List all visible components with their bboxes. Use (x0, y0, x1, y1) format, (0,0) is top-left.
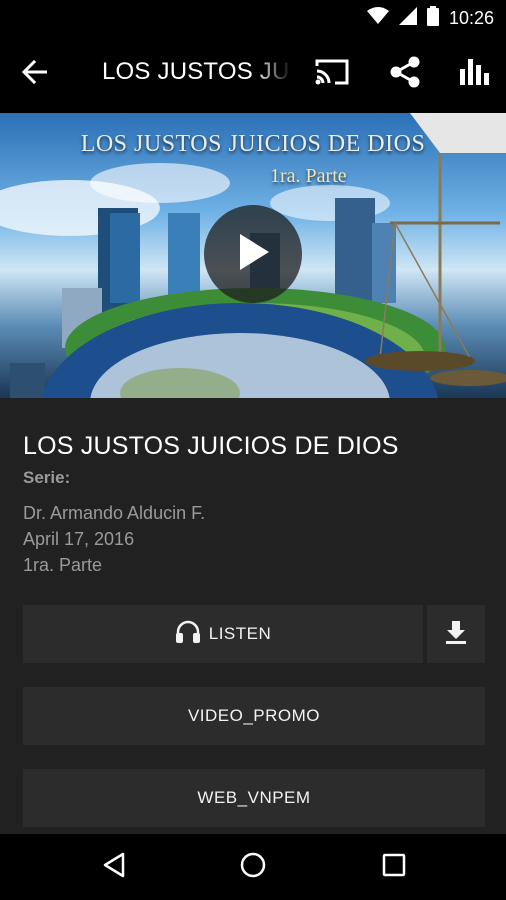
episode-title: LOS JUSTOS JUICIOS DE DIOS (23, 432, 399, 460)
listen-label: LISTEN (208, 624, 272, 643)
nav-home-icon (239, 851, 267, 884)
download-icon (443, 619, 469, 650)
back-arrow-icon (21, 59, 48, 89)
nav-recent-button[interactable] (372, 845, 416, 889)
battery-icon (426, 5, 439, 31)
cast-icon (315, 58, 349, 91)
navigation-bar (0, 834, 506, 900)
toolbar-title: LOS JUSTOS JUICIOS DE DIOS (102, 58, 292, 85)
episode-artwork[interactable]: LOS JUSTOS JUICIOS DE DIOS 1ra. Parte (0, 113, 506, 398)
serie-label: Serie: (23, 468, 71, 487)
play-button[interactable] (204, 205, 302, 303)
download-button[interactable] (427, 605, 485, 663)
artwork-title: LOS JUSTOS JUICIOS DE DIOS (80, 131, 426, 157)
cell-signal-icon (398, 6, 417, 30)
listen-button[interactable]: LISTEN (23, 605, 423, 663)
episode-date: April 17, 2016 (23, 529, 135, 549)
episode-part: 1ra. Parte (23, 555, 103, 575)
status-time: 10:26 (448, 7, 494, 28)
nav-home-button[interactable] (231, 845, 275, 889)
status-bar: 10:26 (0, 0, 506, 36)
share-button[interactable] (383, 54, 427, 94)
video-promo-button[interactable]: VIDEO_PROMO (23, 687, 485, 745)
status-icons: 10:26 (366, 5, 494, 31)
stats-icon (458, 57, 490, 92)
wifi-icon (366, 6, 389, 30)
nav-back-button[interactable] (92, 845, 136, 889)
episode-details: LOS JUSTOS JUICIOS DE DIOS Serie: Dr. Ar… (0, 398, 506, 834)
play-icon (236, 233, 270, 276)
cast-button[interactable] (310, 54, 354, 94)
nav-back-icon (102, 852, 126, 883)
episode-author: Dr. Armando Alducin F. (23, 503, 206, 523)
stats-button[interactable] (452, 54, 496, 94)
share-icon (388, 55, 422, 94)
nav-recent-icon (382, 853, 406, 882)
back-button[interactable] (14, 54, 54, 94)
headphones-icon (175, 620, 201, 649)
artwork-subtitle: 1ra. Parte (270, 165, 347, 187)
toolbar: LOS JUSTOS JUICIOS DE DIOS (0, 36, 506, 113)
web-vnpem-button[interactable]: WEB_VNPEM (23, 769, 485, 827)
